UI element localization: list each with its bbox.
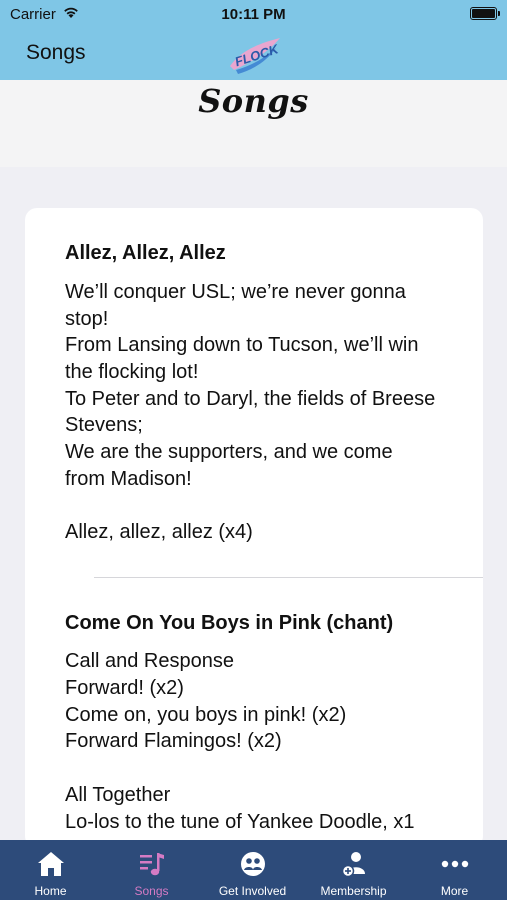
song-title: Allez, Allez, Allez bbox=[65, 242, 226, 264]
status-time: 10:11 PM bbox=[221, 6, 286, 23]
home-icon bbox=[38, 852, 64, 876]
add-person-icon bbox=[341, 852, 365, 878]
lyric-line: All Together bbox=[65, 784, 171, 806]
songs-card: Allez, Allez, Allez We’ll conquer USL; w… bbox=[25, 208, 483, 848]
flock-logo: FLOCK bbox=[230, 38, 282, 74]
tab-label: Home bbox=[34, 884, 67, 898]
lyric-line: Come on, you boys in pink! (x2) bbox=[65, 704, 347, 726]
tab-label: Songs bbox=[134, 884, 169, 898]
lyric-line: Lo-los to the tune of Yankee Doodle, x1 bbox=[65, 811, 415, 833]
lyric-line: We are the supporters, and we come bbox=[65, 441, 393, 463]
tab-songs[interactable]: Songs bbox=[101, 840, 202, 900]
people-icon bbox=[241, 852, 265, 876]
tab-membership[interactable]: Membership bbox=[303, 840, 404, 900]
song-divider bbox=[94, 577, 483, 578]
status-bar: Carrier 10:11 PM bbox=[0, 0, 507, 28]
lyric-line: Forward Flamingos! (x2) bbox=[65, 730, 282, 752]
lyric-line: Allez, allez, allez (x4) bbox=[65, 521, 253, 543]
music-note-icon bbox=[140, 853, 164, 876]
lyric-line: Stevens; bbox=[65, 414, 143, 436]
lyric-line: From Lansing down to Tucson, we’ll win bbox=[65, 334, 419, 356]
page-title: Songs bbox=[198, 82, 309, 120]
battery-icon bbox=[470, 7, 500, 20]
tab-label: Get Involved bbox=[218, 884, 287, 898]
song-title: Come On You Boys in Pink (chant) bbox=[65, 612, 394, 634]
more-dots-icon bbox=[441, 860, 469, 868]
tab-label: More bbox=[440, 884, 469, 898]
tab-home[interactable]: Home bbox=[0, 840, 101, 900]
tab-more[interactable]: More bbox=[404, 840, 505, 900]
nav-title: Songs bbox=[26, 41, 86, 64]
lyric-line: Forward! (x2) bbox=[65, 677, 184, 699]
lyric-line: To Peter and to Daryl, the fields of Bre… bbox=[65, 388, 436, 410]
tab-label: Membership bbox=[320, 884, 387, 898]
tab-bar: Home Songs Get Involved Membership More bbox=[0, 840, 507, 900]
tab-get-involved[interactable]: Get Involved bbox=[202, 840, 303, 900]
navigation-bar: Carrier 10:11 PM Songs FLOCK bbox=[0, 0, 507, 80]
lyric-line: from Madison! bbox=[65, 468, 192, 490]
lyric-line: We’ll conquer USL; we’re never gonna bbox=[65, 281, 406, 303]
lyric-line: stop! bbox=[65, 308, 109, 330]
lyric-line: Call and Response bbox=[65, 650, 234, 672]
lyric-line: the flocking lot! bbox=[65, 361, 199, 383]
